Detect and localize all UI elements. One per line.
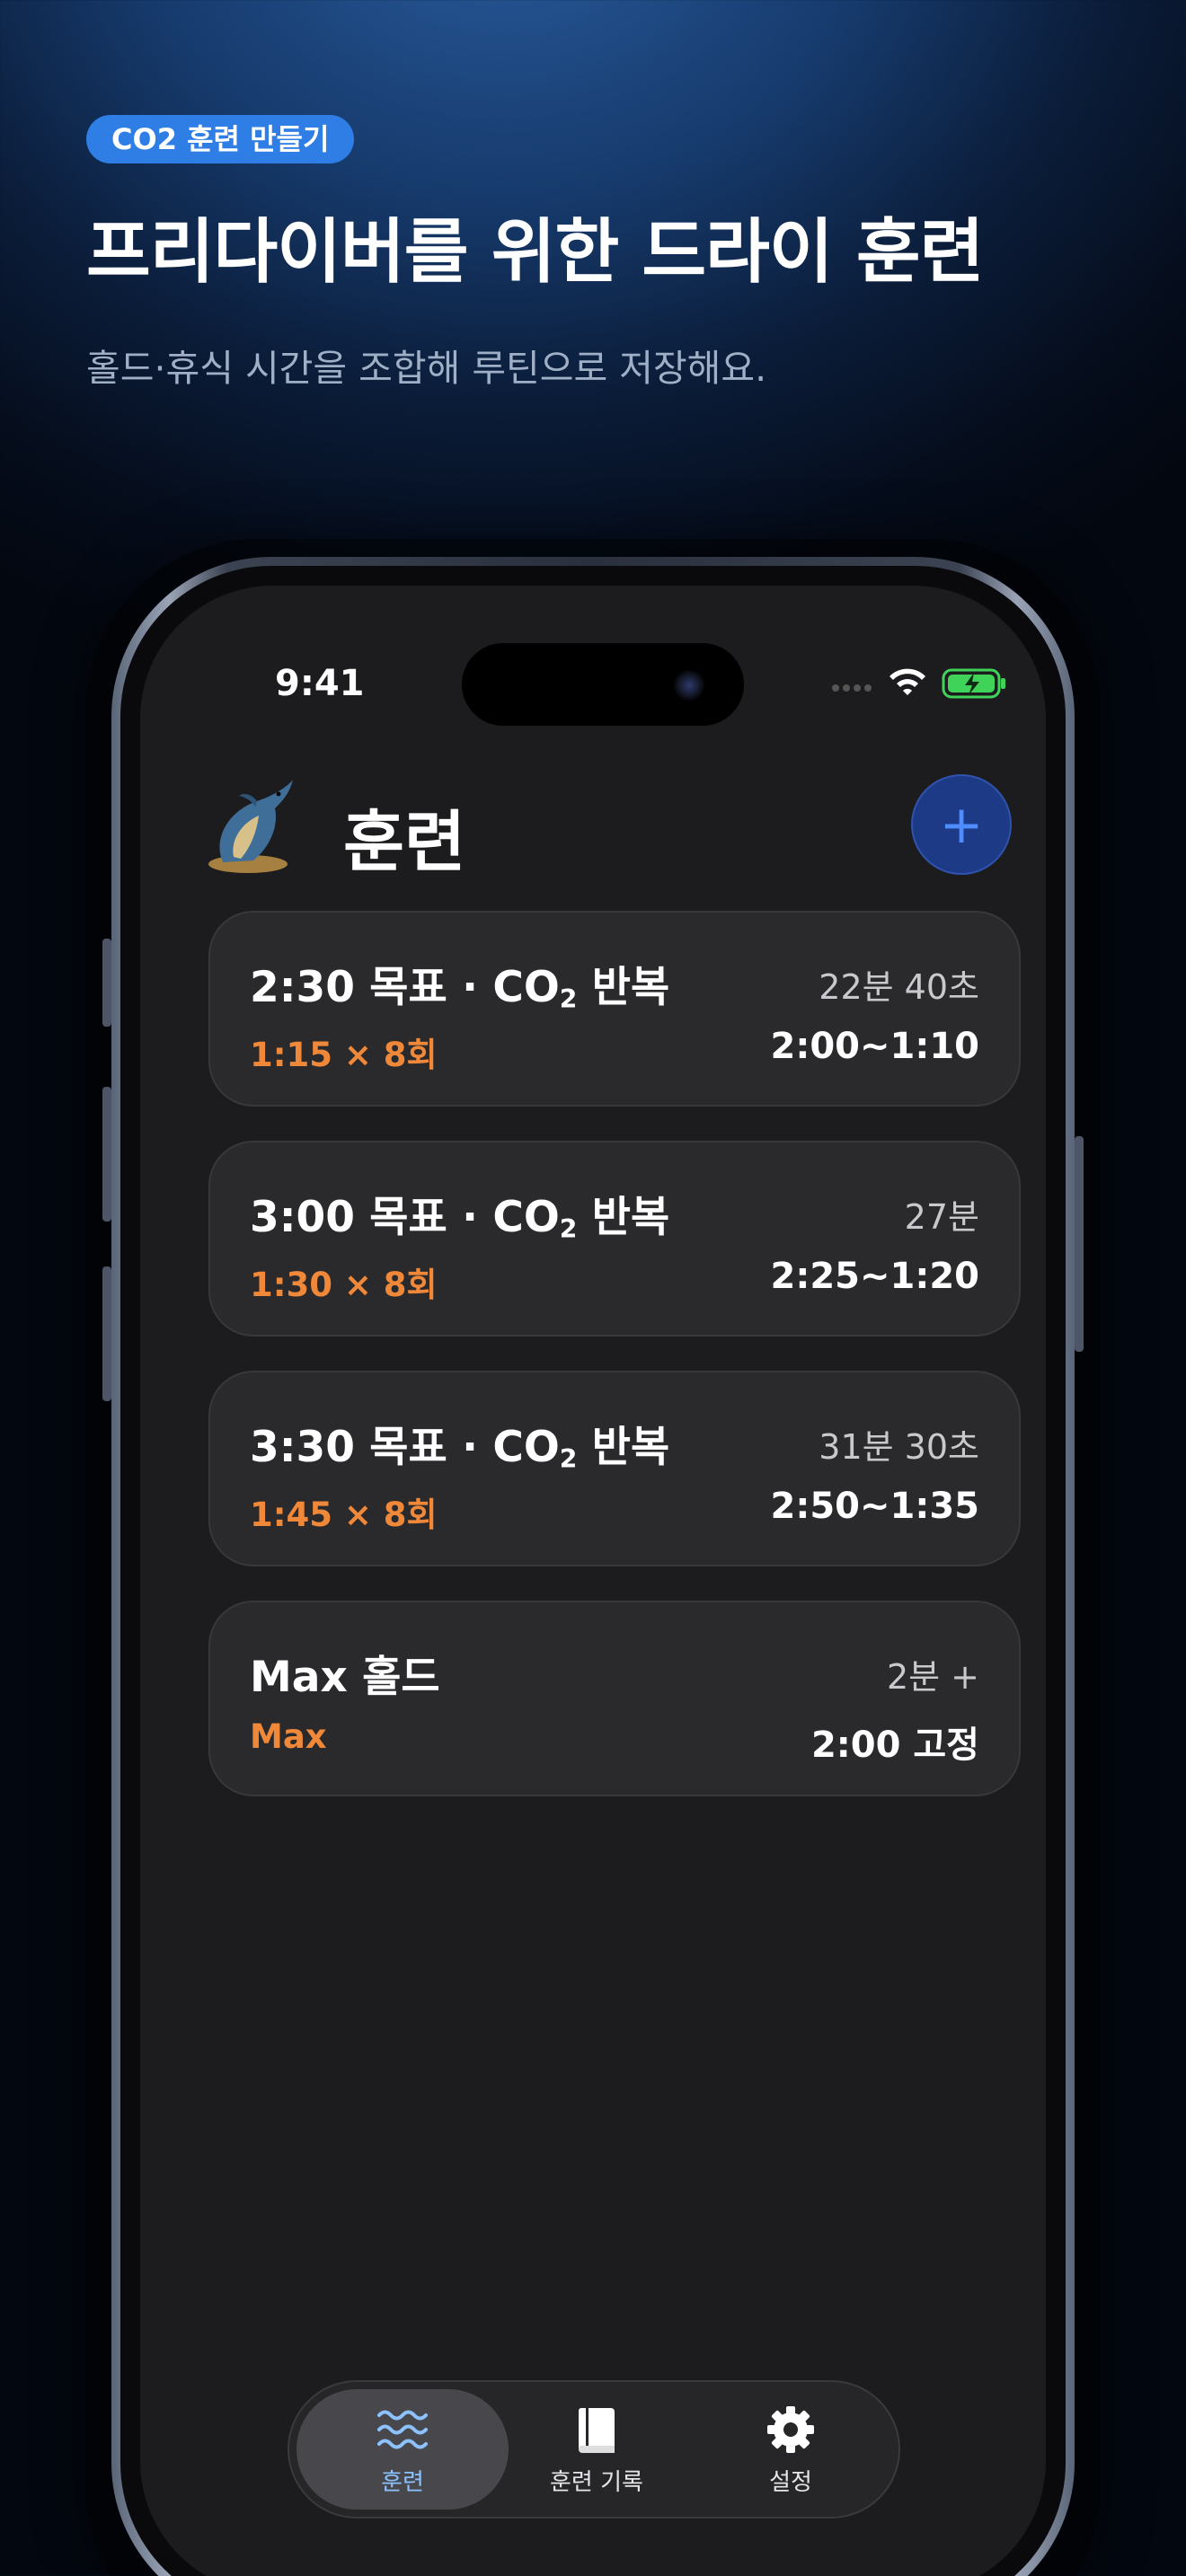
dynamic-island [462, 643, 744, 726]
routine-duration: 27분 [904, 1197, 979, 1237]
routine-sets: 1:30 × 8회 [250, 1266, 438, 1304]
tab-label: 설정 [769, 2468, 812, 2496]
routine-duration: 31분 30초 [819, 1427, 979, 1467]
wifi-icon [890, 668, 925, 695]
routine-sets: 1:15 × 8회 [250, 1036, 438, 1074]
routine-card[interactable]: 2:30 목표 · CO2 반복 22분 40초 1:15 × 8회 2:00~… [208, 911, 1021, 1107]
add-routine-button[interactable]: + [911, 774, 1012, 875]
routine-card[interactable]: Max 홀드 2분 + Max 2:00 고정 [208, 1601, 1021, 1796]
routine-rest-range: 2:25~1:20 [770, 1256, 980, 1297]
promo-badge: CO2 훈련 만들기 [86, 115, 355, 163]
battery-charging-icon [942, 668, 1005, 699]
routine-duration: 22분 40초 [819, 967, 979, 1007]
power-button [1075, 1136, 1084, 1352]
routine-rest-range: 2:00~1:10 [770, 1026, 980, 1067]
routine-rest-range: 2:00 고정 [810, 1725, 979, 1766]
volume-up-button [102, 1087, 111, 1222]
page-title: 훈련 [343, 804, 466, 881]
tab-label: 훈련 기록 [550, 2468, 643, 2496]
promo-subtitle: 홀드·휴식 시간을 조합해 루틴으로 저장해요. [86, 347, 767, 390]
tab-label: 훈련 [381, 2468, 424, 2496]
tab-bar: 훈련 훈련 기록 설정 [288, 2380, 900, 2519]
cellular-signal-icon [832, 678, 879, 692]
phone-screen: 9:41 훈련 + 2:30 목표 · CO2 반복 22분 40초 1:15 … [140, 586, 1046, 2576]
routine-sets: Max [250, 1717, 327, 1756]
routine-title: Max 홀드 [250, 1653, 440, 1702]
routine-title: 3:00 목표 · CO2 반복 [250, 1193, 670, 1245]
phone-frame: 9:41 훈련 + 2:30 목표 · CO2 반복 22분 40초 1:15 … [111, 557, 1075, 2576]
promo-title: 프리다이버를 위한 드라이 훈련 [86, 212, 984, 293]
status-time: 9:41 [275, 663, 365, 704]
waves-icon [377, 2410, 428, 2448]
action-button [102, 939, 111, 1027]
tab-training[interactable]: 훈련 [296, 2389, 509, 2510]
whale-logo-icon [208, 780, 293, 873]
tab-settings[interactable]: 설정 [685, 2389, 897, 2510]
tab-history[interactable]: 훈련 기록 [491, 2389, 703, 2510]
routine-card[interactable]: 3:30 목표 · CO2 반복 31분 30초 1:45 × 8회 2:50~… [208, 1371, 1021, 1566]
routine-rest-range: 2:50~1:35 [770, 1486, 980, 1527]
routine-duration: 2분 + [886, 1657, 979, 1697]
routine-title: 3:30 목표 · CO2 반복 [250, 1423, 670, 1475]
gear-icon [767, 2405, 814, 2453]
routine-title: 2:30 목표 · CO2 반복 [250, 963, 670, 1015]
routine-sets: 1:45 × 8회 [250, 1495, 438, 1534]
camera-icon [674, 670, 704, 701]
book-icon [578, 2407, 615, 2453]
plus-icon: + [939, 794, 984, 855]
routine-card[interactable]: 3:00 목표 · CO2 반복 27분 1:30 × 8회 2:25~1:20 [208, 1141, 1021, 1337]
volume-down-button [102, 1266, 111, 1401]
